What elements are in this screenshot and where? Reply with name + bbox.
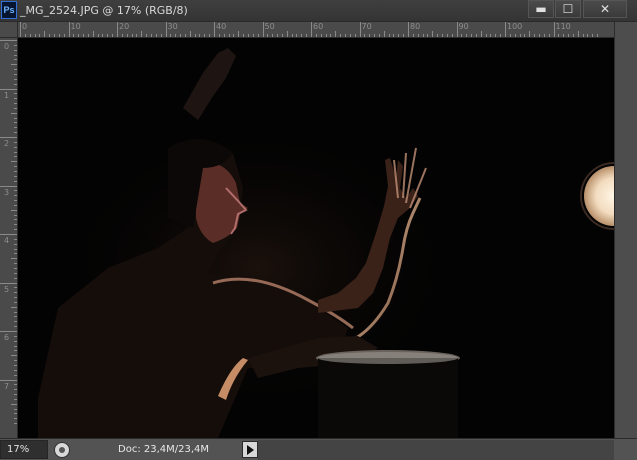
ruler-minor-tick xyxy=(189,31,191,37)
ruler-label: 110 xyxy=(555,22,571,31)
ruler-origin[interactable] xyxy=(0,22,18,38)
ruler-minor-tick xyxy=(529,31,531,37)
ruler-minor-tick xyxy=(11,209,17,211)
ruler-minor-tick xyxy=(335,31,337,37)
doc-size-info: Doc: 23,4M/23,4M xyxy=(118,444,210,455)
close-icon: ✕ xyxy=(599,2,611,16)
ruler-minor-tick xyxy=(480,31,482,37)
ruler-minor-tick xyxy=(432,31,434,37)
ruler-tick xyxy=(408,22,409,37)
status-bar: 17% Doc: 23,4M/23,4M xyxy=(0,438,637,460)
horizontal-ruler[interactable]: 0 10 20 30 40 50 60 70 80 90 100 110 xyxy=(18,22,614,38)
document-canvas[interactable] xyxy=(18,38,614,438)
horizontal-scrollbar[interactable] xyxy=(258,440,614,460)
ruler-tick xyxy=(0,185,17,187)
ruler-label: 70 xyxy=(361,22,372,31)
maximize-button[interactable]: ☐ xyxy=(555,0,581,18)
zoom-level-field[interactable]: 17% xyxy=(0,440,48,459)
ruler-tick xyxy=(0,88,17,90)
ruler-label: 4 xyxy=(4,236,10,245)
ruler-label: 2 xyxy=(4,139,10,148)
ruler-minor-tick xyxy=(11,161,17,163)
minimize-icon: ▬ xyxy=(535,2,547,16)
ruler-minor-tick xyxy=(141,31,143,37)
ruler-tick xyxy=(0,137,17,138)
ruler-label: 100 xyxy=(507,22,523,31)
status-menu-arrow-icon[interactable] xyxy=(242,441,258,458)
ruler-tick xyxy=(359,22,361,37)
status-info-icon[interactable] xyxy=(54,442,70,458)
ruler-tick xyxy=(0,379,17,381)
ruler-label: 40 xyxy=(216,22,227,31)
ruler-minor-tick xyxy=(383,31,385,37)
ruler-tick xyxy=(262,22,264,37)
ruler-minor-tick xyxy=(11,306,17,308)
photo-image xyxy=(18,38,614,438)
ruler-minor-tick xyxy=(238,31,240,37)
ruler-tick xyxy=(0,282,17,284)
ruler-label: 1 xyxy=(4,90,10,100)
ruler-tick xyxy=(311,22,312,37)
ruler-minor-tick xyxy=(11,64,17,66)
ruler-minor-tick xyxy=(577,31,579,37)
ruler-label: 20 xyxy=(119,22,130,31)
ruler-tick xyxy=(505,22,506,37)
title-bar: Ps _MG_2524.JPG @ 17% (RGB/8) ▬ ☐ ✕ xyxy=(0,0,637,22)
ruler-label: 60 xyxy=(313,22,324,31)
ruler-tick xyxy=(165,22,167,37)
ruler-minor-tick xyxy=(44,31,46,37)
ruler-label: 90 xyxy=(458,22,469,31)
ruler-label: 10 xyxy=(70,22,81,31)
photoshop-app-icon: Ps xyxy=(1,1,17,19)
ruler-minor-tick xyxy=(11,403,17,405)
ruler-tick xyxy=(68,22,70,37)
ruler-minor-tick xyxy=(11,258,17,260)
ruler-label: 3 xyxy=(4,187,10,197)
ruler-label: 50 xyxy=(264,22,275,31)
ruler-tick xyxy=(553,22,555,37)
ruler-tick xyxy=(456,22,458,37)
vertical-scrollbar[interactable] xyxy=(614,22,637,438)
ruler-tick xyxy=(0,234,17,235)
ruler-label: 7 xyxy=(4,381,10,391)
ruler-tick xyxy=(117,22,118,37)
ruler-minor-tick xyxy=(11,112,17,114)
ruler-label: 0 xyxy=(4,42,10,51)
vertical-ruler[interactable]: 0 1 2 3 4 5 6 7 xyxy=(0,38,18,438)
ruler-label: 5 xyxy=(4,284,10,294)
maximize-icon: ☐ xyxy=(562,2,574,16)
ruler-tick xyxy=(0,40,17,41)
ruler-minor-tick xyxy=(92,31,94,37)
minimize-button[interactable]: ▬ xyxy=(528,0,554,18)
ruler-minor-tick xyxy=(286,31,288,37)
ruler-tick xyxy=(214,22,215,37)
ruler-tick xyxy=(20,22,21,37)
ruler-label: 6 xyxy=(4,333,10,342)
ruler-tick xyxy=(0,331,17,332)
close-button[interactable]: ✕ xyxy=(583,0,627,18)
ruler-minor-tick xyxy=(11,355,17,357)
ruler-label: 80 xyxy=(410,22,421,31)
ruler-label: 30 xyxy=(167,22,178,31)
document-title: _MG_2524.JPG @ 17% (RGB/8) xyxy=(20,4,188,17)
ruler-label: 0 xyxy=(22,22,28,31)
